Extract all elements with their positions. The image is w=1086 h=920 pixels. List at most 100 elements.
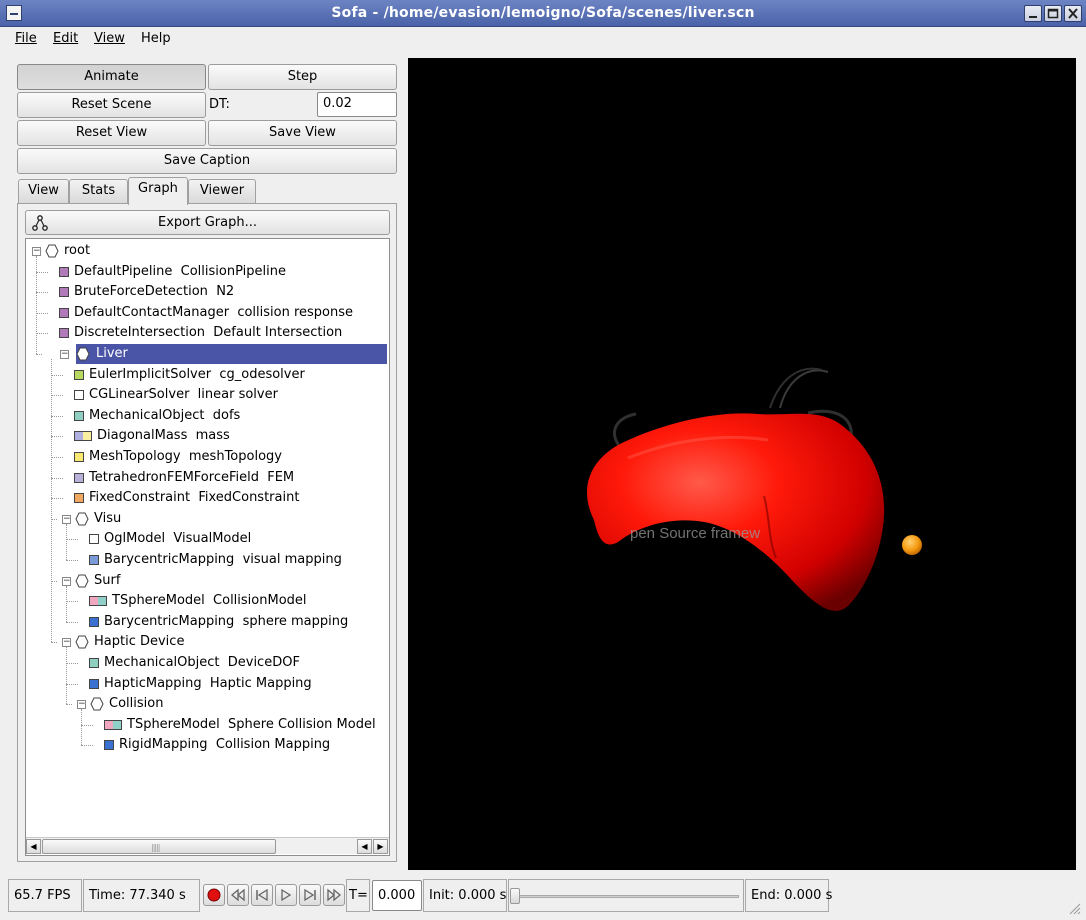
resize-grip-icon[interactable] <box>1066 900 1082 916</box>
dt-input[interactable]: 0.02 <box>317 92 397 117</box>
component-icon <box>74 472 84 483</box>
tree-item-label: HapticMapping Haptic Mapping <box>104 675 312 691</box>
component-icon <box>59 266 69 277</box>
tree-item[interactable]: OglModel VisualModel <box>26 529 389 549</box>
tree-connector <box>36 354 42 355</box>
tree-item[interactable]: TSphereModel Sphere Collision Model <box>26 715 389 735</box>
collapse-icon[interactable]: − <box>32 247 41 256</box>
tree-item[interactable]: RigidMapping Collision Mapping <box>26 735 389 755</box>
tree-item[interactable]: DefaultContactManager collision response <box>26 303 389 323</box>
node-hexagon-icon <box>75 635 89 649</box>
node-hexagon-icon <box>75 512 89 526</box>
component-icon <box>74 493 84 504</box>
tree-node[interactable]: − Liver <box>60 344 387 364</box>
tab-stats[interactable]: Stats <box>69 179 128 203</box>
reset-scene-button[interactable]: Reset Scene <box>17 92 206 118</box>
tree-item[interactable]: BruteForceDetection N2 <box>26 282 389 302</box>
fast-forward-icon <box>327 888 342 902</box>
step-forward-button[interactable] <box>299 884 321 906</box>
reset-view-button[interactable]: Reset View <box>17 120 206 146</box>
tree-node[interactable]: − Collision <box>26 694 389 714</box>
tree-item[interactable]: EulerImplicitSolver cg_odesolver <box>26 365 389 385</box>
tree-item-label: MechanicalObject DeviceDOF <box>104 655 300 670</box>
collapse-icon[interactable]: − <box>62 514 71 524</box>
tab-graph[interactable]: Graph <box>128 177 188 205</box>
tree-item-label: DiscreteIntersection Default Intersectio… <box>74 325 343 341</box>
component-icon <box>74 452 84 462</box>
tree-item[interactable]: MeshTopology meshTopology <box>26 447 389 467</box>
t-input[interactable]: 0.000 <box>372 880 422 911</box>
rewind-icon <box>230 888 245 902</box>
menu-view[interactable]: View <box>94 31 125 46</box>
tree-item[interactable]: DiscreteIntersection Default Intersectio… <box>26 323 389 343</box>
tree-node[interactable]: − Haptic Device <box>26 632 389 652</box>
menu-edit[interactable]: Edit <box>53 31 78 46</box>
scene-graph-tree[interactable]: − root DefaultPipeline CollisionPipeline Br… <box>25 238 390 856</box>
step-button[interactable]: Step <box>208 64 397 90</box>
node-hexagon-icon <box>45 244 59 258</box>
tree-item[interactable]: TSphereModel CollisionModel <box>26 591 389 611</box>
record-button[interactable] <box>203 884 225 906</box>
fast-forward-button[interactable] <box>323 884 345 906</box>
tree-item[interactable]: MechanicalObject DeviceDOF <box>26 653 389 673</box>
animate-button[interactable]: Animate <box>17 64 206 90</box>
graph-icon <box>32 215 48 231</box>
tree-item-label: Collision <box>109 696 164 712</box>
tree-item-label: DefaultContactManager collision response <box>74 304 354 320</box>
collapse-icon[interactable]: − <box>62 576 71 586</box>
tree-node[interactable]: − Visu <box>26 509 389 529</box>
play-button[interactable] <box>275 884 297 906</box>
tree-item[interactable]: TetrahedronFEMForceField FEM <box>26 468 389 488</box>
component-icon <box>89 616 99 627</box>
collapse-icon[interactable]: − <box>60 350 69 359</box>
tree-node[interactable]: − Surf <box>26 571 389 591</box>
rewind-button[interactable] <box>227 884 249 906</box>
node-hexagon-icon <box>90 697 104 711</box>
scrollbar-thumb[interactable]: ||||| <box>42 839 276 854</box>
menu-file[interactable]: File <box>15 31 37 46</box>
tree-item-label: TSphereModel Sphere Collision Model <box>127 716 376 732</box>
record-icon <box>207 888 221 902</box>
component-icon <box>59 287 69 298</box>
tree-item-label: root <box>64 243 91 258</box>
tree-item-label: MeshTopology meshTopology <box>89 449 282 464</box>
save-caption-button[interactable]: Save Caption <box>17 148 397 174</box>
tree-item[interactable]: FixedConstraint FixedConstraint <box>26 488 389 508</box>
step-back-button[interactable] <box>251 884 273 906</box>
maximize-button[interactable] <box>1044 5 1062 22</box>
tree-node[interactable]: − root <box>26 241 389 261</box>
component-icon <box>59 328 69 339</box>
save-view-button[interactable]: Save View <box>208 120 397 146</box>
menu-bar: File Edit View Help <box>0 27 1086 51</box>
minimize-button[interactable] <box>1024 5 1042 22</box>
end-display: End: 0.000 s <box>745 879 832 912</box>
timeline-slider[interactable] <box>508 879 744 912</box>
component-icon <box>89 678 99 689</box>
3d-viewport[interactable]: pen Source framew <box>408 58 1076 870</box>
scroll-left-icon[interactable]: ◀ <box>26 839 41 854</box>
close-button[interactable] <box>1064 5 1082 22</box>
export-graph-label: Export Graph... <box>158 215 257 230</box>
collapse-icon[interactable]: − <box>77 700 86 710</box>
tree-item-label: DefaultPipeline CollisionPipeline <box>74 263 286 279</box>
tree-item[interactable]: HapticMapping Haptic Mapping <box>26 674 389 694</box>
component-icon <box>74 369 84 380</box>
tree-item[interactable]: DefaultPipeline CollisionPipeline <box>26 262 389 282</box>
tree-item-label: MechanicalObject dofs <box>89 407 241 423</box>
tree-item[interactable]: MechanicalObject dofs <box>26 406 389 426</box>
tree-item-label: BruteForceDetection N2 <box>74 284 235 300</box>
export-graph-button[interactable]: Export Graph... <box>25 210 390 235</box>
node-hexagon-icon <box>75 574 89 588</box>
tree-item[interactable]: BarycentricMapping sphere mapping <box>26 612 389 632</box>
slider-handle[interactable] <box>510 888 520 904</box>
tree-item[interactable]: BarycentricMapping visual mapping <box>26 550 389 570</box>
tab-viewer[interactable]: Viewer <box>188 179 256 203</box>
collapse-icon[interactable]: − <box>62 638 71 648</box>
tree-item-label: TSphereModel CollisionModel <box>112 593 307 609</box>
tree-horizontal-scrollbar[interactable]: ◀ ||||| ◀ ▶ <box>26 837 389 854</box>
scroll-right-icon[interactable]: ▶ <box>373 839 388 854</box>
scroll-left-icon-2[interactable]: ◀ <box>357 839 372 854</box>
tab-view[interactable]: View <box>18 179 69 203</box>
tree-item[interactable]: CGLinearSolver linear solver <box>26 385 389 405</box>
tree-item[interactable]: DiagonalMass mass <box>26 426 389 446</box>
